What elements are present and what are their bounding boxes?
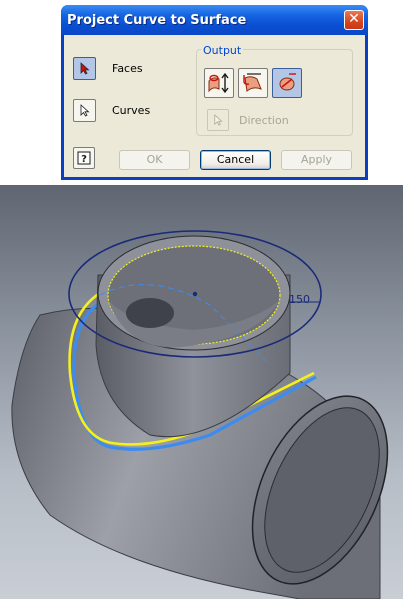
dialog-body: Faces Curves Output Direction ? OK Cance…: [64, 35, 365, 177]
dialog-title: Project Curve to Surface: [67, 13, 247, 28]
dimension-value[interactable]: 150: [289, 293, 310, 306]
select-arrow-icon: [214, 114, 223, 126]
wrap-to-surface-icon: [279, 73, 296, 91]
project-to-closest-point-button[interactable]: [238, 68, 268, 98]
ok-button[interactable]: OK: [119, 150, 190, 170]
faces-label: Faces: [112, 62, 143, 75]
apply-button[interactable]: Apply: [281, 150, 352, 170]
sketch-center-point[interactable]: [192, 291, 198, 297]
output-group-title: Output: [201, 44, 244, 57]
select-arrow-icon: [80, 62, 90, 75]
graphics-viewport[interactable]: 150: [0, 185, 403, 599]
cancel-button[interactable]: Cancel: [200, 150, 271, 170]
project-to-closest-point-icon: [243, 73, 262, 92]
help-icon: ?: [77, 151, 91, 165]
curves-select-button[interactable]: [73, 99, 96, 122]
model-view: [11, 230, 389, 599]
wrap-to-surface-button[interactable]: [272, 68, 302, 98]
faces-select-button[interactable]: [73, 57, 96, 80]
project-along-vector-button[interactable]: [204, 68, 234, 98]
direction-label: Direction: [239, 114, 289, 127]
svg-text:?: ?: [81, 154, 87, 165]
select-arrow-icon: [80, 104, 90, 117]
help-button[interactable]: ?: [73, 147, 95, 169]
branch-pipe-hole: [126, 298, 174, 328]
close-button[interactable]: ✕: [344, 10, 364, 30]
project-curve-dialog: Project Curve to Surface ✕ Faces Curves …: [61, 5, 368, 180]
curves-label: Curves: [112, 104, 151, 117]
direction-select-button[interactable]: [207, 109, 229, 131]
close-icon: ✕: [348, 11, 360, 27]
dialog-titlebar[interactable]: Project Curve to Surface ✕: [61, 5, 368, 35]
project-along-vector-icon: [208, 72, 229, 94]
